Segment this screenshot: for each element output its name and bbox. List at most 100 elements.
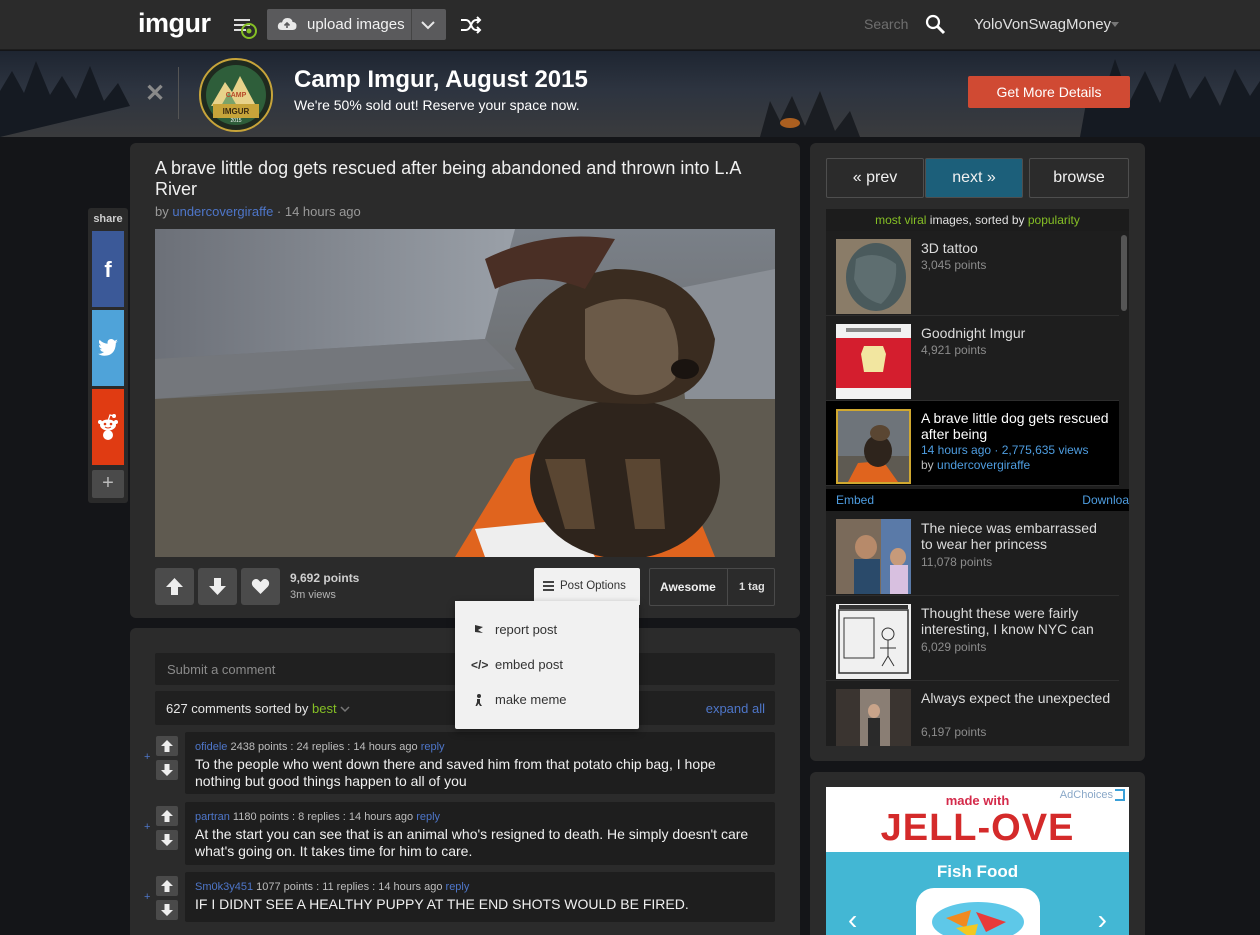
arrow-down-icon [209, 578, 226, 595]
divider [411, 9, 412, 40]
search-icon[interactable] [925, 14, 947, 36]
badge-text: CAMP [226, 92, 247, 99]
imgur-logo[interactable]: imgur [138, 8, 211, 39]
gallery-item-title: Goodnight Imgur [921, 325, 1026, 341]
gallery-thumbnail [836, 239, 911, 314]
menu-icon[interactable] [234, 16, 260, 42]
post-options-menu: report post </> embed post make meme [455, 601, 639, 729]
prev-button[interactable]: « prev [826, 158, 924, 198]
share-facebook-button[interactable]: f [92, 231, 124, 307]
next-button[interactable]: next » [925, 158, 1023, 198]
comment-downvote-button[interactable] [156, 900, 178, 920]
tag-label[interactable]: Awesome [660, 580, 716, 594]
reply-link[interactable]: reply [421, 741, 445, 753]
dog-rescue-photo [155, 229, 775, 557]
gallery-item-author-link[interactable]: undercovergiraffe [937, 458, 1030, 472]
tag-box[interactable]: Awesome 1 tag [649, 568, 775, 606]
get-more-details-button[interactable]: Get More Details [968, 76, 1130, 108]
caret-down-icon[interactable] [1111, 22, 1119, 27]
divider [727, 569, 728, 605]
comment-downvote-button[interactable] [156, 760, 178, 780]
post-image[interactable] [155, 229, 775, 557]
ad-panel: AdChoices made with JELL-OVE Fish Food ‹… [810, 772, 1145, 935]
gallery-thumbnail [836, 604, 911, 679]
advertisement[interactable]: AdChoices made with JELL-OVE Fish Food ‹… [826, 787, 1129, 935]
post-points: 9,692 points [290, 571, 360, 585]
upload-images-label: upload images [307, 16, 405, 33]
comment-upvote-button[interactable] [156, 806, 178, 826]
arrow-up-icon [161, 740, 173, 752]
comment-upvote-button[interactable] [156, 876, 178, 896]
banner-title: Camp Imgur, August 2015 [294, 66, 588, 93]
share-twitter-button[interactable] [92, 310, 124, 386]
chevron-left-icon[interactable]: ‹ [848, 904, 857, 935]
gallery-thumbnail [836, 409, 911, 484]
gallery-item[interactable]: Always expect the unexpected 6,197 point… [826, 681, 1119, 746]
comment-upvote-button[interactable] [156, 736, 178, 756]
arrow-up-icon [166, 578, 183, 595]
gallery-item-active[interactable]: A brave little dog gets rescued after be… [826, 401, 1119, 486]
chevron-down-icon[interactable] [340, 705, 350, 713]
post-author-link[interactable]: undercovergiraffe [172, 204, 273, 219]
gallery-item-stats: 14 hours ago · 2,775,635 views [921, 443, 1089, 457]
expand-comment-icon[interactable]: + [144, 891, 150, 903]
ad-product-area: Fish Food ‹ › [826, 852, 1129, 935]
shuffle-icon[interactable] [459, 15, 483, 35]
sort-text: images, sorted by [926, 213, 1028, 227]
post-views: 3m views [290, 589, 336, 601]
close-banner-icon[interactable]: ✕ [145, 79, 165, 108]
upload-images-button[interactable]: upload images [267, 9, 446, 40]
flag-icon [475, 625, 483, 636]
comment-author-link[interactable]: partran [195, 811, 230, 823]
favorite-button[interactable] [241, 568, 280, 605]
expand-comment-icon[interactable]: + [144, 751, 150, 763]
gallery-item-title: A brave little dog gets rescued after be… [921, 410, 1109, 442]
tag-count[interactable]: 1 tag [739, 581, 765, 593]
expand-comment-icon[interactable]: + [144, 821, 150, 833]
chevron-down-icon[interactable] [419, 16, 437, 34]
comment-stats: 1180 points : 8 replies : 14 hours ago [232, 811, 414, 823]
reply-link[interactable]: reply [416, 811, 440, 823]
by-label: by [921, 458, 934, 472]
heart-icon [251, 579, 270, 594]
most-viral-link[interactable]: most viral [875, 213, 926, 227]
browse-button[interactable]: browse [1029, 158, 1129, 198]
gallery-thumbnail [836, 324, 911, 399]
comment-count-text: 627 comments sorted by [166, 701, 309, 716]
comment-author-link[interactable]: Sm0k3y451 [195, 881, 253, 893]
gallery-item-title: Thought these were fairly interesting, I… [921, 605, 1094, 637]
gallery-sidebar: « prev next » browse most viral images, … [810, 143, 1145, 761]
comment-downvote-button[interactable] [156, 830, 178, 850]
embed-link[interactable]: Embed [836, 493, 874, 507]
comment-author-link[interactable]: ofidele [195, 741, 227, 753]
popularity-link[interactable]: popularity [1028, 213, 1080, 227]
download-link[interactable]: Downloa [1082, 493, 1129, 507]
code-icon: </> [471, 658, 489, 672]
arrow-down-icon [161, 764, 173, 776]
gallery-scrollbar[interactable] [1121, 235, 1127, 311]
expand-all-link[interactable]: expand all [706, 701, 765, 716]
gallery-item[interactable]: 3D tattoo 3,045 points [826, 231, 1119, 316]
twitter-icon [98, 339, 118, 356]
reply-link[interactable]: reply [446, 881, 470, 893]
share-reddit-button[interactable] [92, 389, 124, 465]
by-label: by [155, 204, 169, 219]
gallery-item[interactable]: Thought these were fairly interesting, I… [826, 596, 1119, 681]
comment-count: 627 comments sorted by best [166, 701, 350, 716]
upvote-button[interactable] [155, 568, 194, 605]
gallery-item[interactable]: Goodnight Imgur 4,921 points [826, 316, 1119, 401]
share-more-button[interactable]: + [92, 470, 124, 498]
post-options-button[interactable]: Post Options [534, 568, 640, 605]
gallery-list: 3D tattoo 3,045 points Goodnight Imgur 4… [826, 231, 1129, 746]
gallery-item-points: 6,197 points [921, 725, 987, 739]
chevron-right-icon[interactable]: › [1098, 904, 1107, 935]
comment-meta: Sm0k3y451 1077 points : 11 replies : 14 … [195, 881, 469, 893]
downvote-button[interactable] [198, 568, 237, 605]
sort-dropdown[interactable]: best [312, 701, 337, 716]
post-options-label: Post Options [560, 580, 626, 592]
meme-icon [475, 694, 482, 706]
gallery-item[interactable]: The niece was embarrassed to wear her pr… [826, 511, 1119, 596]
user-menu[interactable]: YoloVonSwagMoney [974, 16, 1111, 33]
reddit-icon [98, 414, 118, 440]
search-input[interactable]: Search [864, 16, 908, 32]
